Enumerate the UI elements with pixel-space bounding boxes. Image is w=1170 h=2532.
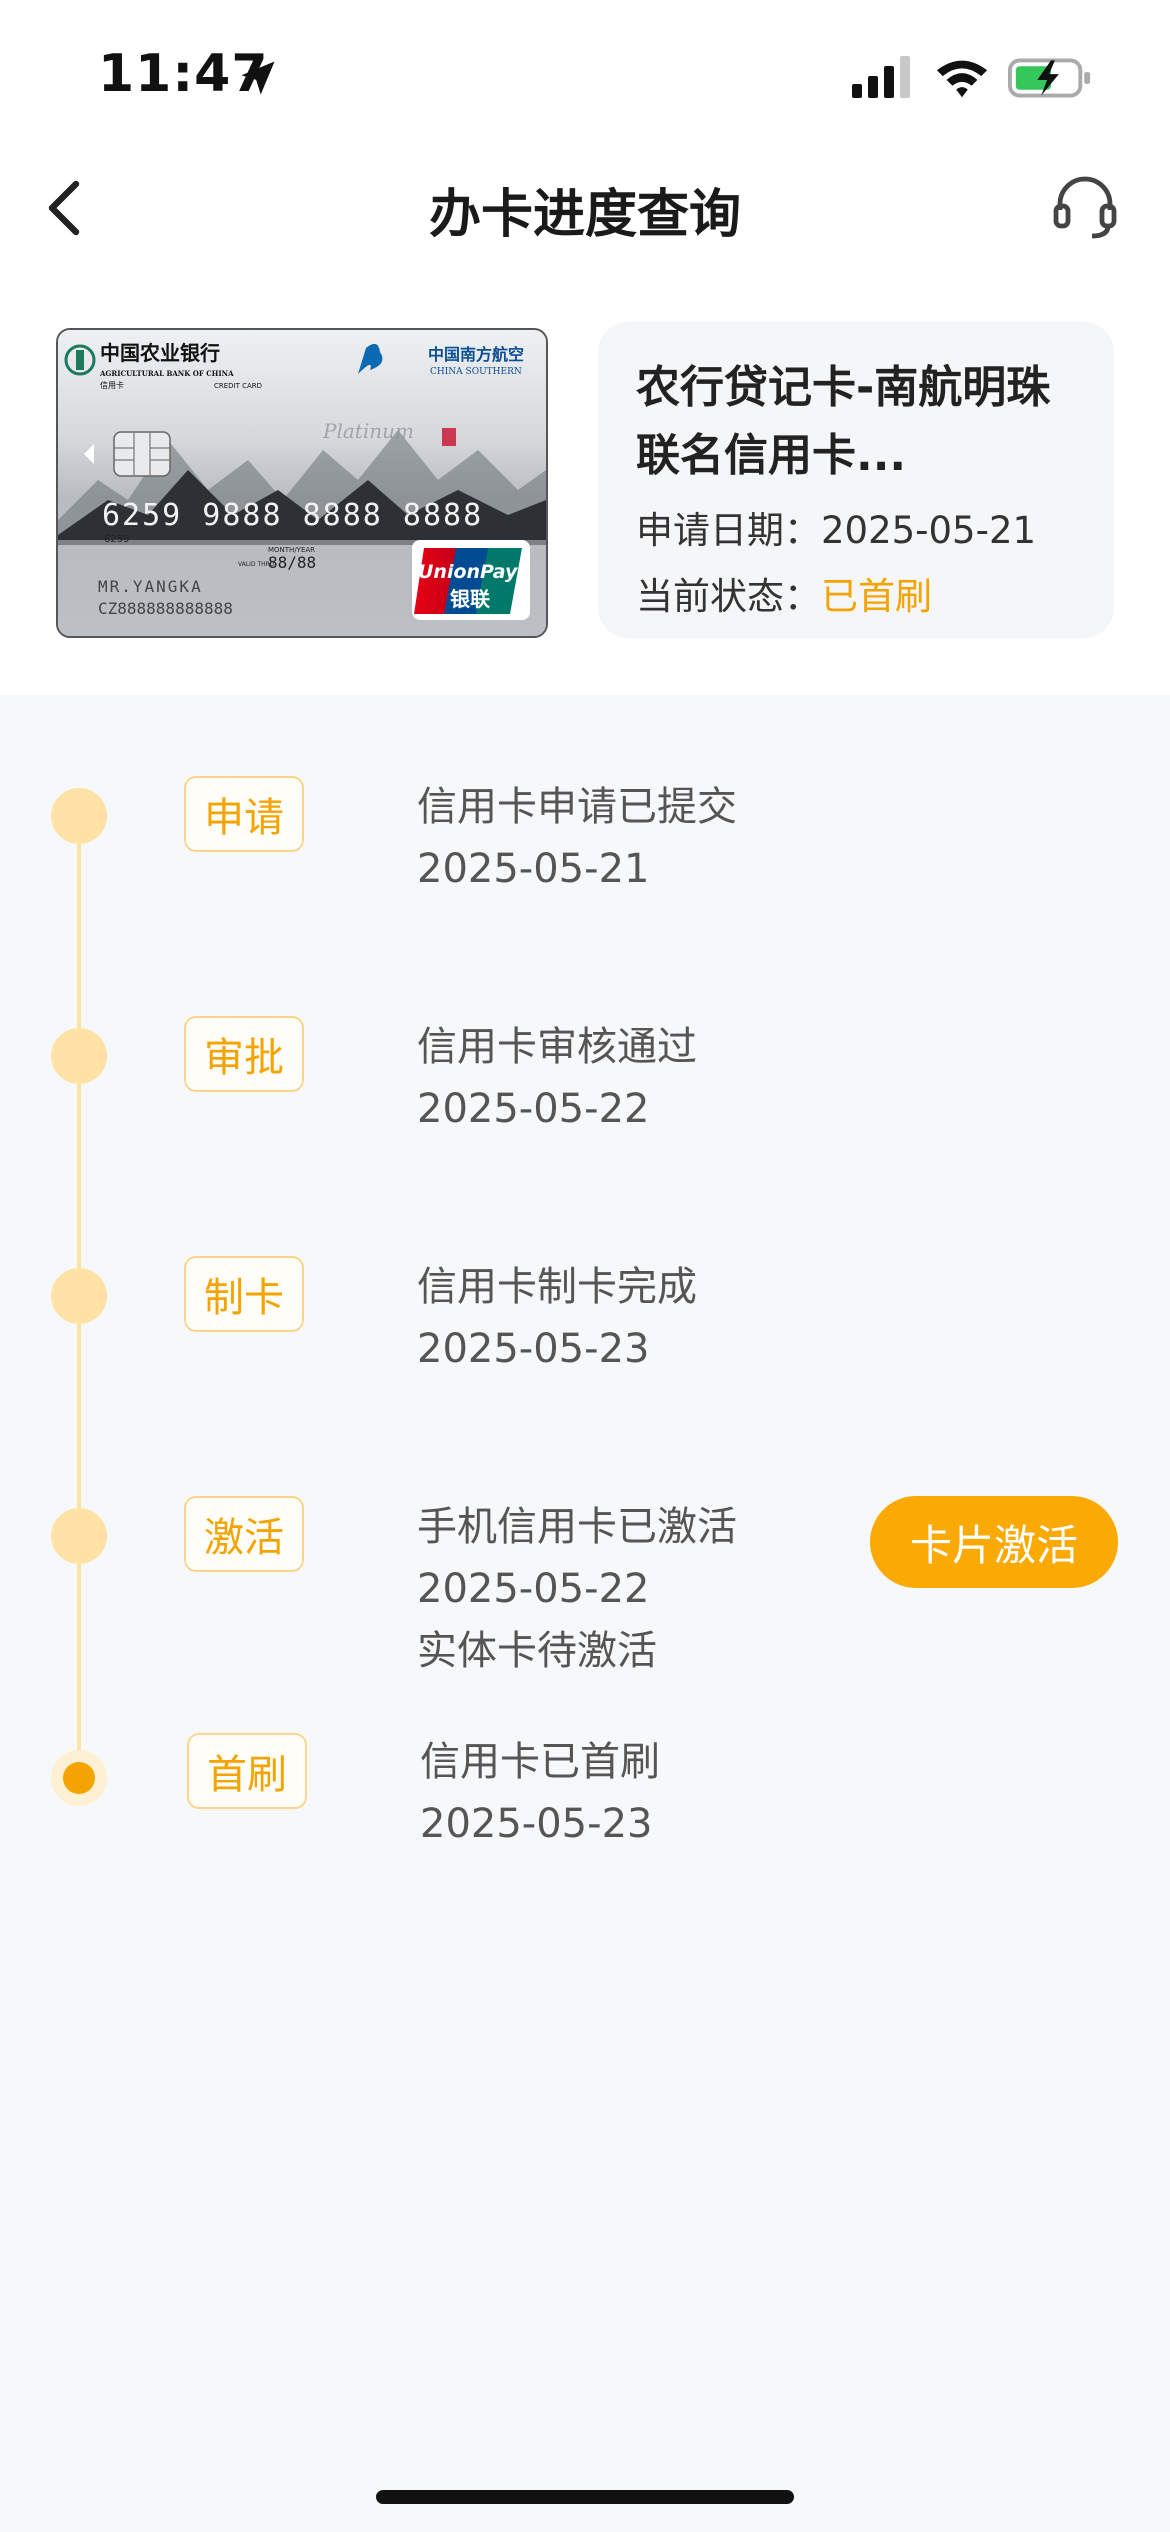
step-tag-first-swipe: 首刷	[187, 1733, 307, 1809]
card-type-cn: 信用卡	[100, 380, 124, 390]
page-title: 办卡进度查询	[428, 185, 741, 245]
step-date: 2025-05-23	[420, 1801, 653, 1847]
status-row: 当前状态：已首刷	[636, 566, 932, 620]
home-indicator[interactable]	[376, 2490, 794, 2504]
step-date: 2025-05-22	[417, 1086, 650, 1132]
timeline-dot	[51, 1028, 107, 1084]
timeline-dot	[51, 1508, 107, 1564]
card-airline-name: 中国南方航空	[428, 345, 524, 364]
battery-charging-icon	[1008, 58, 1091, 98]
step-description: 信用卡已首刷	[420, 1739, 660, 1785]
card-number-small: 6259	[104, 534, 129, 545]
customer-service-headset-icon[interactable]	[1052, 174, 1118, 240]
card-type-en: CREDIT CARD	[214, 382, 262, 390]
card-number: 6259 9888 8888 8888	[102, 498, 483, 533]
card-bank-name-en: AGRICULTURAL BANK OF CHINA	[99, 369, 234, 378]
timeline-step-approve: 信用卡审核通过 2025-05-22	[417, 1016, 697, 1140]
step-tag-apply: 申请	[184, 776, 304, 852]
unionpay-text: UnionPay	[418, 561, 519, 583]
step-description: 信用卡审核通过	[417, 1024, 697, 1070]
timeline-dot	[51, 788, 107, 844]
step-description: 手机信用卡已激活	[417, 1504, 737, 1550]
unionpay-logo: UnionPay 银联	[412, 540, 530, 620]
step-tag-activate: 激活	[184, 1496, 304, 1572]
timeline-step-apply: 信用卡申请已提交 2025-05-21	[417, 776, 737, 900]
card-airline-name-en: CHINA SOUTHERN	[430, 367, 522, 377]
apply-date-value: 2025-05-21	[821, 509, 1037, 552]
timeline-step-activate: 手机信用卡已激活 2025-05-22 实体卡待激活	[417, 1496, 737, 1682]
step-description: 信用卡申请已提交	[417, 784, 737, 830]
card-bank-name: 中国农业银行	[100, 341, 220, 365]
step-date: 2025-05-23	[417, 1326, 650, 1372]
cellular-signal-icon	[852, 56, 910, 98]
timeline-step-first-swipe: 信用卡已首刷 2025-05-23	[420, 1731, 660, 1855]
timeline-dot-current	[51, 1750, 107, 1806]
location-arrow-icon	[241, 61, 275, 95]
timeline-dot	[51, 1268, 107, 1324]
status-value: 已首刷	[821, 575, 932, 618]
wifi-icon	[936, 60, 988, 98]
apply-date-label: 申请日期：	[636, 509, 821, 552]
step-description: 信用卡制卡完成	[417, 1264, 697, 1310]
step-tag-approve: 审批	[184, 1016, 304, 1092]
card-holder-id: CZ888888888888	[98, 599, 233, 618]
card-holder: MR.YANGKA	[98, 577, 203, 596]
card-product-name: 农行贷记卡-南航明珠联名信用卡...	[636, 362, 1051, 481]
card-info-panel: 农行贷记卡-南航明珠联名信用卡... 申请日期：2025-05-21 当前状态：…	[598, 322, 1114, 638]
card-platinum-label: Platinum	[322, 419, 414, 443]
step-date: 2025-05-22	[417, 1566, 650, 1612]
card-expiry: 88/88	[268, 553, 316, 572]
card-activate-button[interactable]: 卡片激活	[870, 1496, 1118, 1588]
credit-card-image: 中国农业银行 AGRICULTURAL BANK OF CHINA 信用卡 CR…	[56, 328, 548, 638]
step-tag-make-card: 制卡	[184, 1256, 304, 1332]
timeline-step-make-card: 信用卡制卡完成 2025-05-23	[417, 1256, 697, 1380]
apply-date-row: 申请日期：2025-05-21	[636, 500, 1036, 554]
unionpay-cn-text: 银联	[450, 587, 490, 611]
step-note: 实体卡待激活	[417, 1628, 657, 1674]
status-label: 当前状态：	[636, 575, 821, 618]
step-date: 2025-05-21	[417, 846, 650, 892]
